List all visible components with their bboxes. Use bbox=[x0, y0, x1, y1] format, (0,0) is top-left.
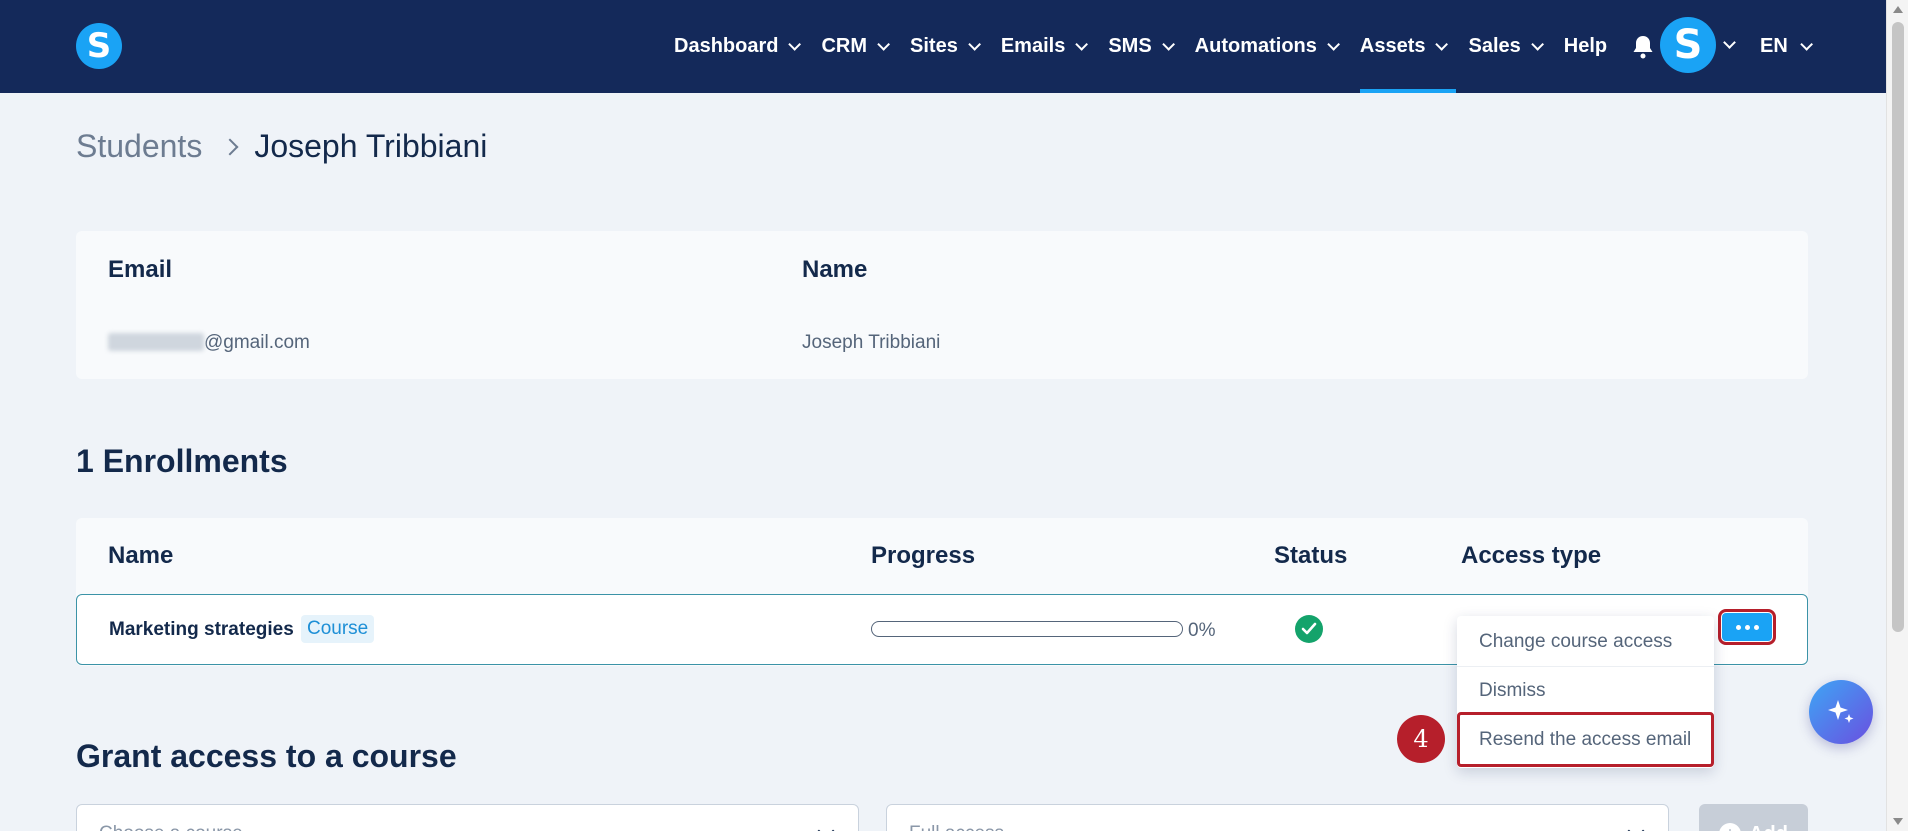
nav-item-dashboard[interactable]: Dashboard bbox=[662, 0, 809, 93]
language-label: EN bbox=[1760, 35, 1788, 57]
breadcrumb-students-link[interactable]: Students bbox=[76, 128, 202, 165]
scroll-down-arrow-icon[interactable] bbox=[1893, 818, 1903, 825]
course-select[interactable]: Choose a course bbox=[76, 804, 859, 831]
more-dots-icon bbox=[1744, 624, 1750, 630]
nav-item-label: Sites bbox=[910, 35, 958, 57]
sparkle-icon bbox=[1828, 700, 1854, 723]
chevron-down-icon[interactable] bbox=[1723, 36, 1736, 49]
chevron-down-icon bbox=[877, 38, 891, 51]
chevron-down-icon bbox=[817, 822, 835, 831]
chevron-down-icon bbox=[788, 38, 802, 51]
course-select-placeholder: Choose a course bbox=[99, 823, 243, 831]
nav-item-label: Emails bbox=[1000, 35, 1066, 57]
nav-item-label: Help bbox=[1563, 35, 1608, 57]
ai-assistant-button[interactable] bbox=[1809, 680, 1873, 744]
chevron-right-icon bbox=[221, 138, 239, 155]
check-circle-icon bbox=[1295, 615, 1323, 643]
nav-item-emails[interactable]: Emails bbox=[989, 0, 1096, 93]
column-header-name: Name bbox=[108, 542, 174, 569]
column-header-progress: Progress bbox=[871, 542, 976, 569]
access-type-value: Full access bbox=[909, 823, 1004, 831]
menu-item-dismiss[interactable]: Dismiss bbox=[1457, 666, 1714, 715]
user-avatar[interactable]: S bbox=[1660, 17, 1716, 73]
nav-item-assets[interactable]: Assets bbox=[1348, 0, 1457, 93]
nav-item-sites[interactable]: Sites bbox=[898, 0, 989, 93]
progress-percent: 0% bbox=[1188, 620, 1216, 641]
row-actions-menu: Change course access Dismiss Resend the … bbox=[1457, 616, 1714, 768]
nav-item-help[interactable]: Help bbox=[1552, 0, 1619, 93]
more-dots-icon bbox=[1753, 624, 1759, 630]
nav-item-label: CRM bbox=[821, 35, 868, 57]
nav-item-sms[interactable]: SMS bbox=[1096, 0, 1182, 93]
add-button-label: Add bbox=[1749, 823, 1788, 831]
step-number-badge: 4 bbox=[1397, 715, 1445, 763]
name-value: Joseph Tribbiani bbox=[802, 332, 941, 353]
course-name[interactable]: Marketing strategies bbox=[109, 619, 294, 641]
notifications-bell-icon[interactable] bbox=[1625, 0, 1661, 93]
chevron-down-icon bbox=[1435, 38, 1449, 51]
email-domain: @gmail.com bbox=[204, 332, 310, 353]
chevron-down-icon bbox=[1627, 822, 1645, 831]
course-type-tag: Course bbox=[301, 615, 375, 643]
scrollbar-thumb[interactable] bbox=[1892, 22, 1904, 632]
nav-item-sales[interactable]: Sales bbox=[1456, 0, 1551, 93]
access-type-select[interactable]: Full access bbox=[886, 804, 1669, 831]
breadcrumb: Students Joseph Tribbiani bbox=[76, 128, 487, 165]
student-info-card: Email @gmail.com Name Joseph Tribbiani bbox=[76, 231, 1808, 379]
nav-item-label: Dashboard bbox=[674, 35, 779, 57]
app-logo[interactable]: S bbox=[76, 23, 122, 69]
nav-item-label: Sales bbox=[1468, 35, 1521, 57]
nav-item-label: Assets bbox=[1359, 35, 1426, 57]
menu-item-resend-access-email[interactable]: Resend the access email bbox=[1457, 712, 1714, 767]
enrollments-title: 1 Enrollments bbox=[76, 443, 288, 479]
chevron-down-icon bbox=[968, 38, 981, 51]
chevron-down-icon bbox=[1800, 38, 1813, 51]
chevron-down-icon bbox=[1161, 38, 1175, 51]
scroll-up-arrow-icon[interactable] bbox=[1893, 6, 1903, 13]
nav-item-label: Automations bbox=[1194, 35, 1317, 57]
nav-item-crm[interactable]: CRM bbox=[809, 0, 898, 93]
page-title: Joseph Tribbiani bbox=[254, 128, 488, 164]
chevron-down-icon bbox=[1075, 38, 1089, 51]
name-label: Name bbox=[802, 256, 868, 283]
more-dots-icon bbox=[1735, 624, 1741, 630]
add-button[interactable]: + Add bbox=[1699, 804, 1808, 831]
email-value: @gmail.com bbox=[108, 332, 310, 354]
vertical-scrollbar[interactable] bbox=[1886, 0, 1908, 831]
redacted-text bbox=[108, 333, 204, 351]
row-actions-button[interactable] bbox=[1718, 609, 1776, 645]
column-header-status: Status bbox=[1274, 542, 1348, 569]
language-selector[interactable]: EN bbox=[1760, 0, 1813, 93]
progress-bar bbox=[871, 621, 1183, 637]
nav-item-label: SMS bbox=[1108, 35, 1152, 57]
chevron-down-icon bbox=[1327, 38, 1340, 51]
chevron-down-icon bbox=[1531, 38, 1544, 51]
email-label: Email bbox=[108, 256, 173, 283]
plus-icon: + bbox=[1719, 823, 1742, 831]
grant-access-title: Grant access to a course bbox=[76, 738, 457, 774]
column-header-access-type: Access type bbox=[1461, 542, 1602, 569]
top-navigation-bar: S Dashboard CRM Sites Emails SMS Automat… bbox=[0, 0, 1908, 93]
main-menu: Dashboard CRM Sites Emails SMS Automatio… bbox=[662, 0, 1661, 93]
nav-item-automations[interactable]: Automations bbox=[1183, 0, 1348, 93]
menu-item-change-course-access[interactable]: Change course access bbox=[1457, 617, 1714, 666]
